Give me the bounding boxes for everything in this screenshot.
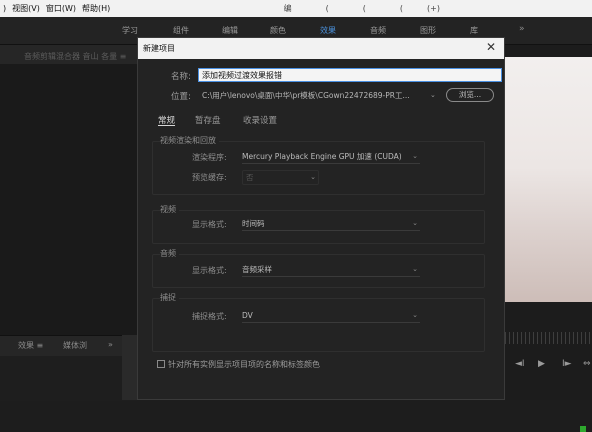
step-forward-icon[interactable]: I►: [562, 359, 572, 369]
menu-bar: ) 视图(V) 窗口(W) 帮助(H) 编 ( ( ( (+): [0, 0, 592, 17]
panel-more-icon[interactable]: »: [108, 340, 113, 349]
section-title: 捕捉: [160, 292, 179, 303]
dialog-titlebar: 新建项目 ✕: [138, 38, 504, 59]
name-label: 名称:: [171, 72, 191, 82]
renderer-label: 渲染程序:: [192, 153, 227, 162]
workspace-tab-editing[interactable]: 编辑: [222, 25, 238, 36]
panel-header-text: 音频剪辑混合器 音山 各量 ≡: [24, 52, 127, 61]
timeline-ruler: [505, 332, 592, 344]
project-name-input[interactable]: [198, 68, 502, 82]
show-names-checkbox[interactable]: [157, 360, 165, 368]
workspace-tab-libraries[interactable]: 库: [470, 25, 478, 36]
tools-strip: [122, 335, 138, 400]
renderer-select[interactable]: Mercury Playback Engine GPU 加速 (CUDA) ⌄: [242, 150, 420, 164]
new-project-dialog: 新建项目 ✕ 名称: 位置: C:\用户\lenovo\桌面\中华\pr模板\C…: [137, 37, 505, 400]
video-display-format-label: 显示格式:: [192, 220, 227, 229]
location-path[interactable]: C:\用户\lenovo\桌面\中华\pr模板\CGown22472689-PR…: [202, 90, 410, 101]
capture-format-value: DV: [242, 311, 253, 320]
menu-item-partial[interactable]: ): [0, 4, 9, 13]
browse-button[interactable]: 浏览...: [446, 88, 494, 102]
section-title: 视频渲染和回放: [160, 135, 219, 146]
tab-general[interactable]: 常规: [158, 114, 175, 126]
dialog-title: 新建项目: [143, 44, 175, 53]
menu-item-window[interactable]: 窗口(W): [43, 3, 79, 14]
effects-panel: 效果 ≡ 媒体浏 »: [0, 335, 137, 401]
preview-cache-select: 否 ⌄: [242, 170, 319, 185]
chevron-down-icon: ⌄: [310, 173, 316, 181]
title-fragment: 编: [283, 4, 292, 13]
capture-section: [152, 298, 485, 352]
status-indicator: [580, 426, 586, 432]
preview-cache-value: 否: [246, 173, 254, 182]
workspace-tab-audio[interactable]: 音频: [370, 25, 386, 36]
audio-mixer-panel: 音频剪辑混合器 音山 各量 ≡: [0, 45, 137, 335]
tab-scratch-disks[interactable]: 暂存盘: [195, 114, 221, 126]
menu-item-view[interactable]: 视图(V): [9, 3, 43, 14]
show-names-checkbox-label[interactable]: 针对所有实例显示项目项的名称和标签颜色: [168, 359, 320, 370]
chevron-down-icon: ⌄: [412, 152, 418, 160]
loop-icon[interactable]: ⇔: [583, 359, 591, 369]
chevron-down-icon: ⌄: [412, 219, 418, 227]
capture-format-label: 捕捉格式:: [192, 312, 227, 321]
section-title: 音频: [160, 248, 179, 259]
workspace-tab-color[interactable]: 颜色: [270, 25, 286, 36]
menu-item-help[interactable]: 帮助(H): [79, 3, 113, 14]
audio-display-format-value: 音频采样: [242, 265, 272, 274]
tab-media-browser[interactable]: 媒体浏: [63, 340, 87, 351]
title-fragment: (: [362, 4, 366, 13]
audio-display-format-select[interactable]: 音频采样 ⌄: [242, 263, 420, 277]
chevron-down-icon: ⌄: [412, 265, 418, 273]
title-fragment: (: [399, 4, 404, 13]
chevron-down-icon[interactable]: ⌄: [430, 91, 436, 99]
video-display-format-value: 时间码: [242, 219, 265, 228]
capture-format-select[interactable]: DV ⌄: [242, 309, 420, 323]
workspace-tab-effects[interactable]: 效果: [320, 25, 336, 36]
title-fragment: (: [325, 4, 329, 13]
workspace-more-icon[interactable]: »: [519, 24, 525, 34]
title-fragment: (+): [427, 4, 440, 13]
step-back-icon[interactable]: ◄I: [515, 359, 525, 369]
section-title: 视频: [160, 204, 179, 215]
workspace-tab-assembly[interactable]: 组件: [173, 25, 189, 36]
monitor-preview-image: [505, 57, 592, 302]
tab-effects[interactable]: 效果 ≡: [18, 340, 43, 351]
close-icon[interactable]: ✕: [486, 40, 496, 54]
renderer-value: Mercury Playback Engine GPU 加速 (CUDA): [242, 152, 402, 161]
workspace-tab-graphics[interactable]: 图形: [420, 25, 436, 36]
chevron-down-icon: ⌄: [412, 311, 418, 319]
audio-display-format-label: 显示格式:: [192, 266, 227, 275]
tab-ingest-settings[interactable]: 收录设置: [243, 114, 277, 126]
preview-cache-label: 预览缓存:: [192, 173, 227, 182]
location-label: 位置:: [171, 92, 191, 102]
workspace-tab-learn[interactable]: 学习: [122, 25, 138, 36]
video-display-format-select[interactable]: 时间码 ⌄: [242, 217, 420, 231]
program-monitor: ◄I ▶ I► ⇔: [505, 45, 592, 432]
play-icon[interactable]: ▶: [538, 359, 545, 369]
